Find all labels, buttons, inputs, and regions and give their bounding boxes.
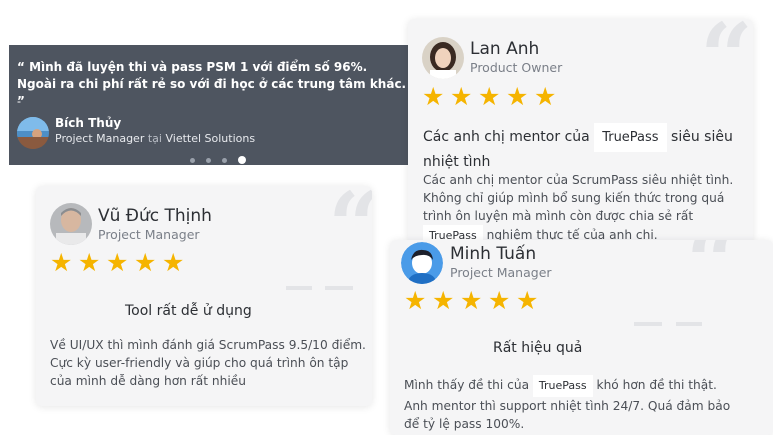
avatar-photo-icon [17,117,49,149]
star-icon: ★ [506,83,529,111]
avatar [17,117,49,149]
reviewer-role: Project Manager [98,227,200,242]
avatar-photo-icon [422,37,464,79]
reviewer-name: Vũ Đức Thịnh [98,206,212,226]
star-rating: ★ ★ ★ ★ ★ [50,249,185,277]
star-icon: ★ [50,249,73,277]
star-icon: ★ [460,287,483,315]
body-text: Các anh chị mentor của ScrumPass siêu nh… [423,173,734,223]
review-body: Các anh chị mentor của ScrumPass siêu nh… [423,171,748,244]
review-headline: Tool rất dễ ử dụng [125,303,252,319]
review-card-minh-tuan: “ Minh Tuấn Project Manager ★ ★ ★ ★ ★ Rấ… [390,240,773,435]
reviewer-name: Lan Anh [470,39,540,59]
star-icon: ★ [106,249,129,277]
review-card-lan-anh: “ Lan Anh Product Owner ★ ★ ★ ★ ★ Các an… [408,19,753,244]
star-rating: ★ ★ ★ ★ ★ [422,83,557,111]
avatar [50,203,92,245]
testimonial-quote: “ Mình đã luyện thi và pass PSM 1 với đi… [17,60,407,108]
quote-icon: “ [328,186,372,272]
reviewer-role: Product Owner [470,60,563,75]
quote-icon: “ [700,19,753,111]
reviewer-role: Project Manager [450,265,552,280]
slider-pagination [190,156,246,164]
review-card-vu-duc-thinh: “ Vũ Đức Thịnh Project Manager ★ ★ ★ ★ ★… [36,186,372,406]
divider [634,322,662,326]
star-icon: ★ [404,287,427,315]
brand-badge: TruePass [594,123,667,152]
star-icon: ★ [162,249,185,277]
role-at: tại [147,132,162,145]
star-icon: ★ [422,83,445,111]
avatar [422,37,464,79]
role-company: Viettel Solutions [165,132,256,145]
slider-dot-2[interactable] [206,157,211,163]
body-text: Mình thấy đề thi của [404,378,530,392]
testimonial-author-role: Project Manager tại Viettel Solutions [55,132,255,145]
avatar-illustration-icon [401,242,443,284]
divider [286,286,312,290]
divider [676,322,702,326]
avatar [401,242,443,284]
review-headline: Các anh chị mentor của TruePass siêu siê… [423,123,743,173]
headline-text: Các anh chị mentor của [423,129,590,145]
avatar-photo-icon [50,203,92,245]
reviewer-name: Minh Tuấn [450,244,537,264]
testimonial-dash: - [17,94,21,108]
quote-icon: “ [686,240,739,316]
testimonial-author-name: Bích Thủy [55,116,122,130]
star-icon: ★ [478,83,501,111]
divider [325,286,353,290]
star-icon: ★ [488,287,511,315]
slider-dot-1[interactable] [190,157,195,163]
slider-dot-4[interactable] [238,156,246,164]
testimonial-slider: “ Mình đã luyện thi và pass PSM 1 với đi… [9,45,409,165]
review-body: Mình thấy đề thi của TruePass khó hơn đề… [404,375,734,433]
role-title: Project Manager [55,132,145,145]
star-icon: ★ [432,287,455,315]
slider-dot-3[interactable] [222,157,227,163]
star-rating: ★ ★ ★ ★ ★ [404,287,539,315]
star-icon: ★ [78,249,101,277]
review-body: Về UI/UX thì mình đánh giá ScrumPass 9.5… [50,338,366,388]
star-icon: ★ [516,287,539,315]
star-icon: ★ [134,249,157,277]
star-icon: ★ [450,83,473,111]
star-icon: ★ [534,83,557,111]
review-headline: Rất hiệu quả [493,340,583,356]
brand-badge: TruePass [532,375,593,397]
